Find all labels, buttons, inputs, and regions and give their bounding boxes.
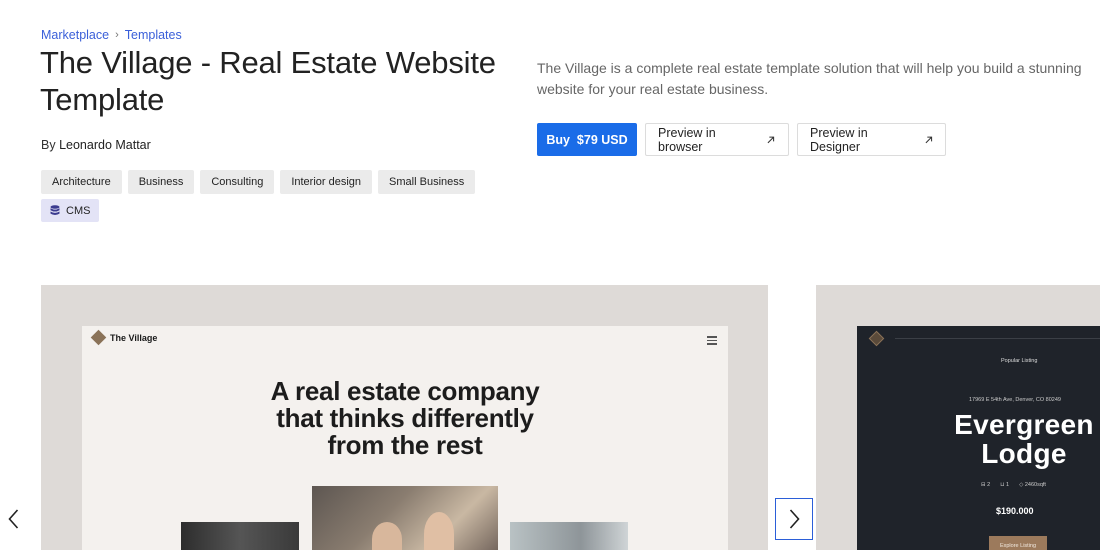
template-preview-home: The Village A real estate company that t… [82,326,728,550]
person-figure [424,512,454,550]
tag-business[interactable]: Business [127,170,195,194]
mock-photo-team [312,486,498,550]
carousel-slide-home[interactable]: The Village A real estate company that t… [41,285,768,550]
template-description: The Village is a complete real estate te… [537,60,1082,97]
mock-photo-right [510,522,628,550]
mock-logo: The Village [90,329,158,346]
preview-browser-label: Preview in browser [658,125,716,154]
chevron-right-icon: › [115,29,119,41]
carousel-next-button[interactable] [775,498,813,540]
spec-beds: ⊟ 2 [981,482,991,488]
headline-line: A real estate company [270,376,540,406]
template-preview-listing: Popular Listing 17969 E 54th Ave, Denver… [857,326,1100,550]
buy-label: Buy $79 USD [546,132,628,147]
mock-headline: A real estate company that thinks differ… [82,378,728,459]
mock-explore-button: Explore Listing [989,536,1047,550]
byline: By Leonardo Mattar [41,138,151,152]
mock-listing-name: Evergreen Lodge [939,410,1100,468]
preview-designer-label: Preview in Designer [810,125,868,154]
author-link[interactable]: Leonardo Mattar [59,138,151,152]
chevron-right-icon [789,509,800,529]
breadcrumb: Marketplace › Templates [41,28,182,42]
village-logo-icon [90,329,107,346]
spec-baths: ⊔ 1 [1000,482,1010,488]
mock-specs: ⊟ 2 ⊔ 1 ◇ 2460sqft [981,482,1046,488]
listing-name-line: Lodge [981,438,1067,469]
arrow-up-right-icon [768,136,775,143]
arrow-up-right-icon [925,136,932,143]
spec-area: ◇ 2460sqft [1019,482,1046,488]
mock-popular-label: Popular Listing [1001,358,1038,364]
cms-label: CMS [66,204,91,217]
tag-small-business[interactable]: Small Business [378,170,476,194]
tag-interior-design[interactable]: Interior design [280,170,373,194]
person-figure [372,522,402,550]
tag-list: Architecture Business Consulting Interio… [41,170,476,194]
headline-line: from the rest [327,430,483,460]
mock-price: $190.000 [996,506,1034,516]
mock-photo-left [181,522,299,550]
tag-consulting[interactable]: Consulting [200,170,275,194]
carousel-prev-button[interactable] [4,503,22,535]
divider [895,338,1100,339]
headline-line: that thinks differently [276,403,534,433]
chevron-left-icon [7,509,18,529]
breadcrumb-marketplace[interactable]: Marketplace [41,28,109,42]
hamburger-icon [707,336,717,347]
breadcrumb-templates[interactable]: Templates [125,28,182,42]
carousel-slide-listing[interactable]: Popular Listing 17969 E 54th Ave, Denver… [816,285,1100,550]
village-logo-icon [868,330,885,347]
listing-name-line: Evergreen [954,409,1094,440]
tag-cms[interactable]: CMS [41,199,100,222]
mock-brand: The Village [110,332,158,343]
tag-architecture[interactable]: Architecture [41,170,122,194]
preview-designer-button[interactable]: Preview in Designer [797,123,946,156]
buy-button[interactable]: Buy $79 USD [537,123,637,156]
mock-address: 17969 E 54th Ave, Denver, CO 80249 [969,397,1061,403]
page-title: The Village - Real Estate Website Templa… [40,45,496,117]
preview-browser-button[interactable]: Preview in browser [645,123,789,156]
database-icon [50,205,60,215]
byline-prefix: By [41,138,56,152]
